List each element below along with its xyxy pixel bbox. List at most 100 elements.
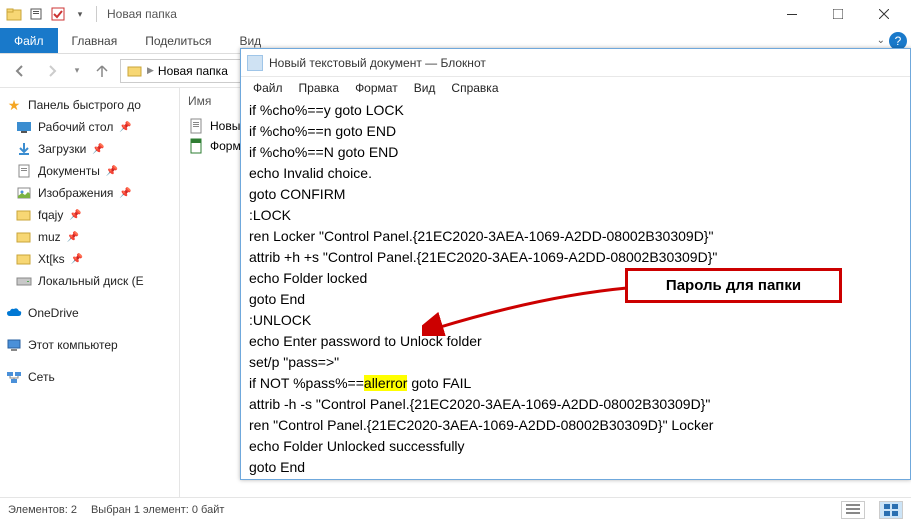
sidebar-item-label: Сеть <box>28 370 55 384</box>
document-icon <box>16 163 32 179</box>
qat-dropdown-icon[interactable]: ▾ <box>70 4 90 24</box>
nav-up-button[interactable] <box>88 57 116 85</box>
disk-icon <box>16 273 32 289</box>
notepad-title: Новый текстовый документ — Блокнот <box>269 56 486 70</box>
sidebar-item-label: Изображения <box>38 186 113 200</box>
status-count: Элементов: 2 <box>8 504 77 516</box>
explorer-title-bar: ▾ Новая папка <box>0 0 911 28</box>
desktop-icon <box>16 119 32 135</box>
sidebar-item-label: Этот компьютер <box>28 338 118 352</box>
code-line: :LOCK <box>249 207 291 223</box>
code-line: attrib +h +s "Control Panel.{21EC2020-3A… <box>249 249 717 265</box>
sidebar-item-label: Рабочий стол <box>38 120 113 134</box>
menu-view[interactable]: Вид <box>406 77 444 99</box>
breadcrumb-item[interactable]: Новая папка <box>156 64 230 78</box>
cloud-icon <box>6 305 22 321</box>
sidebar-item-pictures[interactable]: Изображения 📌 <box>0 182 179 204</box>
tab-file[interactable]: Файл <box>0 28 58 53</box>
annotation-callout: Пароль для папки <box>625 268 842 303</box>
chevron-right-icon[interactable]: ▶ <box>145 65 156 76</box>
sidebar-item-folder[interactable]: muz 📌 <box>0 226 179 248</box>
pin-icon: 📌 <box>119 122 131 133</box>
menu-help[interactable]: Справка <box>443 77 506 99</box>
pin-icon: 📌 <box>67 232 79 243</box>
picture-icon <box>16 185 32 201</box>
window-title: Новая папка <box>103 7 769 21</box>
sidebar-item-label: Документы <box>38 164 100 178</box>
computer-icon <box>6 337 22 353</box>
folder-icon <box>16 229 32 245</box>
sidebar: ★ Панель быстрого до Рабочий стол 📌 Загру… <box>0 88 180 497</box>
code-line: echo Invalid choice. <box>249 165 372 181</box>
folder-icon <box>16 207 32 223</box>
maximize-button[interactable] <box>815 0 861 28</box>
code-line: if %cho%==n goto END <box>249 123 396 139</box>
menu-format[interactable]: Формат <box>347 77 406 99</box>
pin-icon: 📌 <box>119 188 131 199</box>
sidebar-item-label: fqajy <box>38 208 63 222</box>
network-icon <box>6 369 22 385</box>
view-icons-button[interactable] <box>879 501 903 519</box>
sidebar-item-label: Xt[ks <box>38 252 65 266</box>
tab-home[interactable]: Главная <box>58 28 132 53</box>
status-selected: Выбран 1 элемент: 0 байт <box>91 504 224 516</box>
annotation-label: Пароль для папки <box>666 277 801 294</box>
code-line: if %cho%==y goto LOCK <box>249 102 404 118</box>
spreadsheet-icon <box>188 138 204 154</box>
notepad-menu: Файл Правка Формат Вид Справка <box>241 77 910 99</box>
sidebar-item-folder[interactable]: Xt[ks📌 <box>0 248 179 270</box>
notepad-window: Новый текстовый документ — Блокнот Файл … <box>240 48 911 480</box>
nav-back-button[interactable] <box>6 57 34 85</box>
tab-share[interactable]: Поделиться <box>131 28 225 53</box>
sidebar-item-folder[interactable]: fqajy 📌 <box>0 204 179 226</box>
folder-icon <box>4 4 24 24</box>
sidebar-item-label: muz <box>38 230 61 244</box>
code-line: ren "Control Panel.{21EC2020-3AEA-1069-A… <box>249 417 713 433</box>
sidebar-item-downloads[interactable]: Загрузки 📌 <box>0 138 179 160</box>
menu-file[interactable]: Файл <box>245 77 291 99</box>
sidebar-item-label: Загрузки <box>38 142 86 156</box>
text-file-icon <box>188 118 204 134</box>
status-bar: Элементов: 2 Выбран 1 элемент: 0 байт <box>0 497 911 521</box>
code-line: echo Folder locked <box>249 270 367 286</box>
menu-edit[interactable]: Правка <box>291 77 348 99</box>
minimize-button[interactable] <box>769 0 815 28</box>
notepad-icon <box>247 55 263 71</box>
view-details-button[interactable] <box>841 501 865 519</box>
notepad-title-bar[interactable]: Новый текстовый документ — Блокнот <box>241 49 910 77</box>
nav-forward-button[interactable] <box>38 57 66 85</box>
help-icon[interactable]: ? <box>889 32 907 50</box>
folder-icon <box>127 64 143 78</box>
code-line: goto FAIL <box>407 375 471 391</box>
code-line: ren Locker "Control Panel.{21EC2020-3AEA… <box>249 228 713 244</box>
close-button[interactable] <box>861 0 907 28</box>
pin-icon: 📌 <box>92 144 104 155</box>
sidebar-quick-access[interactable]: ★ Панель быстрого до <box>0 94 179 116</box>
highlighted-password: allerror <box>364 375 408 391</box>
sidebar-onedrive[interactable]: OneDrive <box>0 302 179 324</box>
code-line: goto CONFIRM <box>249 186 345 202</box>
sidebar-label: Панель быстрого до <box>28 98 141 112</box>
code-line: if NOT %pass%== <box>249 375 364 391</box>
pin-icon: 📌 <box>106 166 118 177</box>
code-line: goto End <box>249 291 305 307</box>
check-icon[interactable] <box>48 4 68 24</box>
code-line: set/p "pass=>" <box>249 354 339 370</box>
code-line: echo Folder Unlocked successfully <box>249 438 465 454</box>
sidebar-item-desktop[interactable]: Рабочий стол 📌 <box>0 116 179 138</box>
sidebar-item-documents[interactable]: Документы 📌 <box>0 160 179 182</box>
sidebar-this-pc[interactable]: Этот компьютер <box>0 334 179 356</box>
properties-icon[interactable] <box>26 4 46 24</box>
expand-ribbon-icon[interactable]: ⌄ <box>877 35 885 46</box>
star-icon: ★ <box>6 97 22 113</box>
code-line: goto End <box>249 459 305 475</box>
nav-history-button[interactable]: ▾ <box>70 57 84 85</box>
sidebar-item-label: Локальный диск (E <box>38 274 144 288</box>
code-line: attrib -h -s "Control Panel.{21EC2020-3A… <box>249 396 710 412</box>
sidebar-network[interactable]: Сеть <box>0 366 179 388</box>
download-icon <box>16 141 32 157</box>
sidebar-item-disk[interactable]: Локальный диск (E <box>0 270 179 292</box>
code-line: :UNLOCK <box>249 312 311 328</box>
pin-icon: 📌 <box>69 210 81 221</box>
sidebar-item-label: OneDrive <box>28 306 79 320</box>
